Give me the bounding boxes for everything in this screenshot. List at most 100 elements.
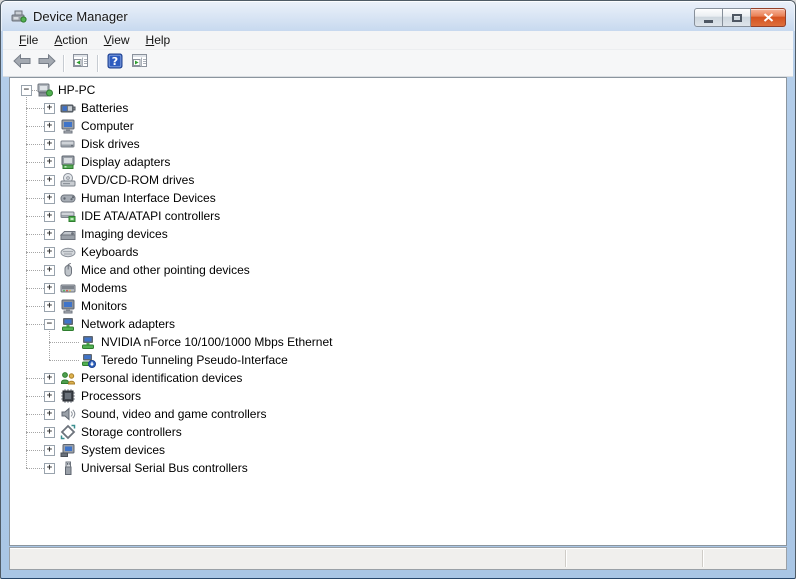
processor-icon (60, 388, 76, 404)
show-console-tree-button[interactable] (68, 52, 93, 74)
tree-item-label: Mice and other pointing devices (81, 263, 250, 277)
menu-help[interactable]: Help (138, 31, 179, 49)
tree-item-label: System devices (81, 443, 165, 457)
menu-action[interactable]: Action (46, 31, 95, 49)
arrow-left-icon (13, 54, 31, 73)
titlebar[interactable]: Device Manager (1, 1, 795, 31)
back-button[interactable] (9, 52, 34, 74)
tree-item-label: NVIDIA nForce 10/100/1000 Mbps Ethernet (101, 335, 332, 349)
tree-item[interactable]: NVIDIA nForce 10/100/1000 Mbps Ethernet (10, 333, 786, 351)
close-icon (763, 13, 774, 22)
console-tree-icon (72, 53, 89, 74)
expand-toggle[interactable]: + (44, 121, 55, 132)
tree-item[interactable]: Teredo Tunneling Pseudo-Interface (10, 351, 786, 369)
maximize-button[interactable] (723, 8, 751, 27)
tree-item[interactable]: + Universal Serial Bus controllers (10, 459, 786, 477)
expand-toggle[interactable]: + (44, 211, 55, 222)
help-icon: ? (107, 53, 123, 74)
keyboard-icon (60, 244, 76, 260)
tree-item-label: Storage controllers (81, 425, 182, 439)
tree-item[interactable]: + Batteries (10, 99, 786, 117)
toolbar: ? (3, 50, 793, 77)
window-controls (694, 8, 786, 27)
storage-controller-icon (60, 424, 76, 440)
expand-toggle[interactable]: + (44, 427, 55, 438)
tree-item-label: Network adapters (81, 317, 175, 331)
menu-view[interactable]: View (96, 31, 138, 49)
window-title: Device Manager (33, 9, 128, 24)
expand-toggle[interactable]: + (44, 265, 55, 276)
collapse-toggle[interactable]: − (21, 85, 32, 96)
show-action-pane-button[interactable] (127, 52, 152, 74)
expand-toggle[interactable]: + (44, 283, 55, 294)
minimize-button[interactable] (694, 8, 723, 27)
collapse-toggle[interactable]: − (44, 319, 55, 330)
tree-item-label: Display adapters (81, 155, 170, 169)
tree-item-label: Batteries (81, 101, 128, 115)
tree-item[interactable]: + Display adapters (10, 153, 786, 171)
tree-item[interactable]: +Personal identification devices (10, 369, 786, 387)
expand-toggle[interactable]: + (44, 391, 55, 402)
tree-item-label: Imaging devices (81, 227, 168, 241)
device-manager-window: Device Manager FileActionViewHelp ? −HP-… (0, 0, 796, 579)
battery-icon (60, 100, 76, 116)
status-bar (9, 547, 787, 570)
display-adapter-icon (60, 154, 76, 170)
expand-toggle[interactable]: + (44, 373, 55, 384)
tree-item[interactable]: +Processors (10, 387, 786, 405)
forward-button[interactable] (34, 52, 59, 74)
tree-item-label: Teredo Tunneling Pseudo-Interface (101, 353, 288, 367)
device-tree: −HP-PC + Batteries + Computer + Disk drives + Di… (10, 78, 786, 545)
expand-toggle[interactable]: + (44, 103, 55, 114)
tree-item[interactable]: +Sound, video and game controllers (10, 405, 786, 423)
close-button[interactable] (751, 8, 786, 27)
tree-item[interactable]: − Network adapters (10, 315, 786, 333)
disk-drive-icon (60, 136, 76, 152)
help-button[interactable]: ? (102, 52, 127, 74)
expand-toggle[interactable]: + (44, 247, 55, 258)
expand-toggle[interactable]: + (44, 139, 55, 150)
imaging-device-icon (60, 226, 76, 242)
tree-item-label: Disk drives (81, 137, 140, 151)
usb-controller-icon (60, 460, 76, 476)
expand-toggle[interactable]: + (44, 409, 55, 420)
expand-toggle[interactable]: + (44, 445, 55, 456)
tree-item[interactable]: + Computer (10, 117, 786, 135)
statusbar-divider (565, 550, 566, 567)
expand-toggle[interactable]: + (44, 229, 55, 240)
tree-item-label: Monitors (81, 299, 127, 313)
expand-toggle[interactable]: + (44, 193, 55, 204)
sound-icon (60, 406, 76, 422)
action-pane-icon (131, 53, 148, 74)
personal-id-device-icon (60, 370, 76, 386)
device-tree-pane[interactable]: −HP-PC + Batteries + Computer + Disk drives + Di… (9, 77, 787, 546)
tree-item[interactable]: −HP-PC (10, 81, 786, 99)
dvd-drive-icon (60, 172, 76, 188)
expand-toggle[interactable]: + (44, 301, 55, 312)
tree-item[interactable]: + Human Interface Devices (10, 189, 786, 207)
tree-item[interactable]: + Imaging devices (10, 225, 786, 243)
tree-item[interactable]: + Monitors (10, 297, 786, 315)
tree-item[interactable]: + IDE ATA/ATAPI controllers (10, 207, 786, 225)
expand-toggle[interactable]: + (44, 175, 55, 186)
tree-item[interactable]: + Disk drives (10, 135, 786, 153)
device-manager-icon (11, 8, 27, 24)
expand-toggle[interactable]: + (44, 157, 55, 168)
expand-toggle[interactable]: + (44, 463, 55, 474)
tree-item-label: IDE ATA/ATAPI controllers (81, 209, 220, 223)
tree-item[interactable]: + Storage controllers (10, 423, 786, 441)
tree-item-label: Universal Serial Bus controllers (81, 461, 248, 475)
human-interface-device-icon (60, 190, 76, 206)
tree-item[interactable]: +Modems (10, 279, 786, 297)
tree-item[interactable]: +DVD/CD-ROM drives (10, 171, 786, 189)
tree-item-label: Human Interface Devices (81, 191, 216, 205)
tree-item[interactable]: +Keyboards (10, 243, 786, 261)
tree-item[interactable]: + Mice and other pointing devices (10, 261, 786, 279)
toolbar-separator (97, 55, 98, 72)
menu-file[interactable]: File (11, 31, 46, 49)
monitor-icon (60, 298, 76, 314)
maximize-icon (732, 14, 742, 22)
tree-item-label: Computer (81, 119, 134, 133)
tree-item[interactable]: + System devices (10, 441, 786, 459)
system-device-icon (60, 442, 76, 458)
